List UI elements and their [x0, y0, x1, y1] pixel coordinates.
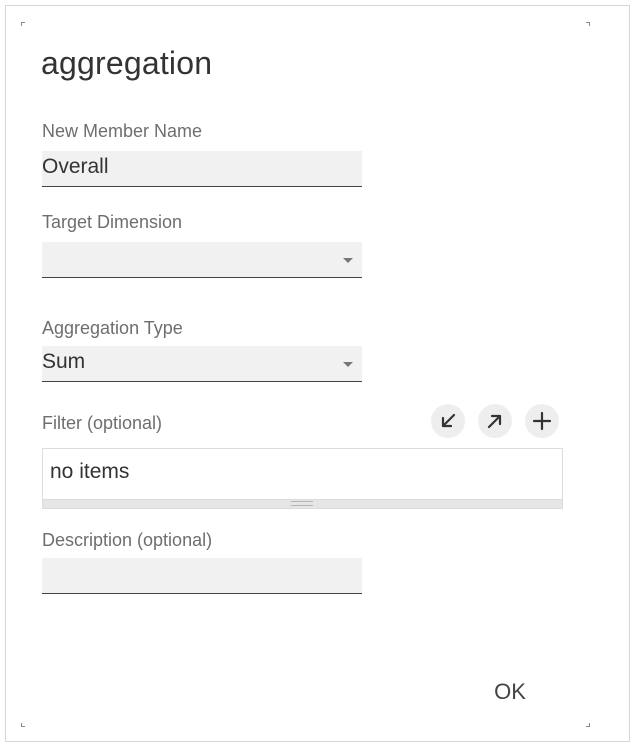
aggregation-type-label: Aggregation Type	[42, 318, 183, 338]
collapse-icon	[441, 413, 456, 428]
corner-mark-top-right	[586, 22, 590, 26]
filter-list-resize-handle[interactable]	[42, 499, 563, 509]
filter-empty-text: no items	[50, 460, 130, 483]
add-filter-button[interactable]	[525, 404, 559, 438]
corner-mark-bottom-left	[21, 723, 25, 727]
collapse-button[interactable]	[431, 404, 465, 438]
expand-button[interactable]	[478, 404, 512, 438]
add-icon	[532, 411, 552, 431]
resize-grip-icon	[291, 501, 313, 506]
description-input[interactable]	[42, 558, 362, 594]
ok-button[interactable]: OK	[484, 674, 536, 710]
expand-icon	[487, 414, 502, 429]
description-label: Description (optional)	[42, 530, 213, 550]
dropdown-caret-icon	[343, 362, 353, 367]
target-dimension-select[interactable]	[42, 242, 362, 278]
dialog-title: aggregation	[41, 45, 213, 81]
filter-list[interactable]: no items	[42, 448, 563, 499]
dropdown-caret-icon	[343, 258, 353, 263]
aggregation-dialog: aggregation New Member Name Overall Targ…	[5, 5, 630, 742]
new-member-name-input[interactable]: Overall	[42, 151, 362, 187]
target-dimension-label: Target Dimension	[42, 212, 183, 232]
new-member-name-value: Overall	[42, 155, 109, 178]
new-member-name-label: New Member Name	[42, 121, 203, 141]
filter-label: Filter (optional)	[42, 413, 163, 433]
corner-mark-bottom-right	[586, 723, 590, 727]
aggregation-type-value: Sum	[42, 350, 86, 373]
corner-mark-top-left	[21, 22, 25, 26]
aggregation-type-select[interactable]: Sum	[42, 346, 362, 382]
